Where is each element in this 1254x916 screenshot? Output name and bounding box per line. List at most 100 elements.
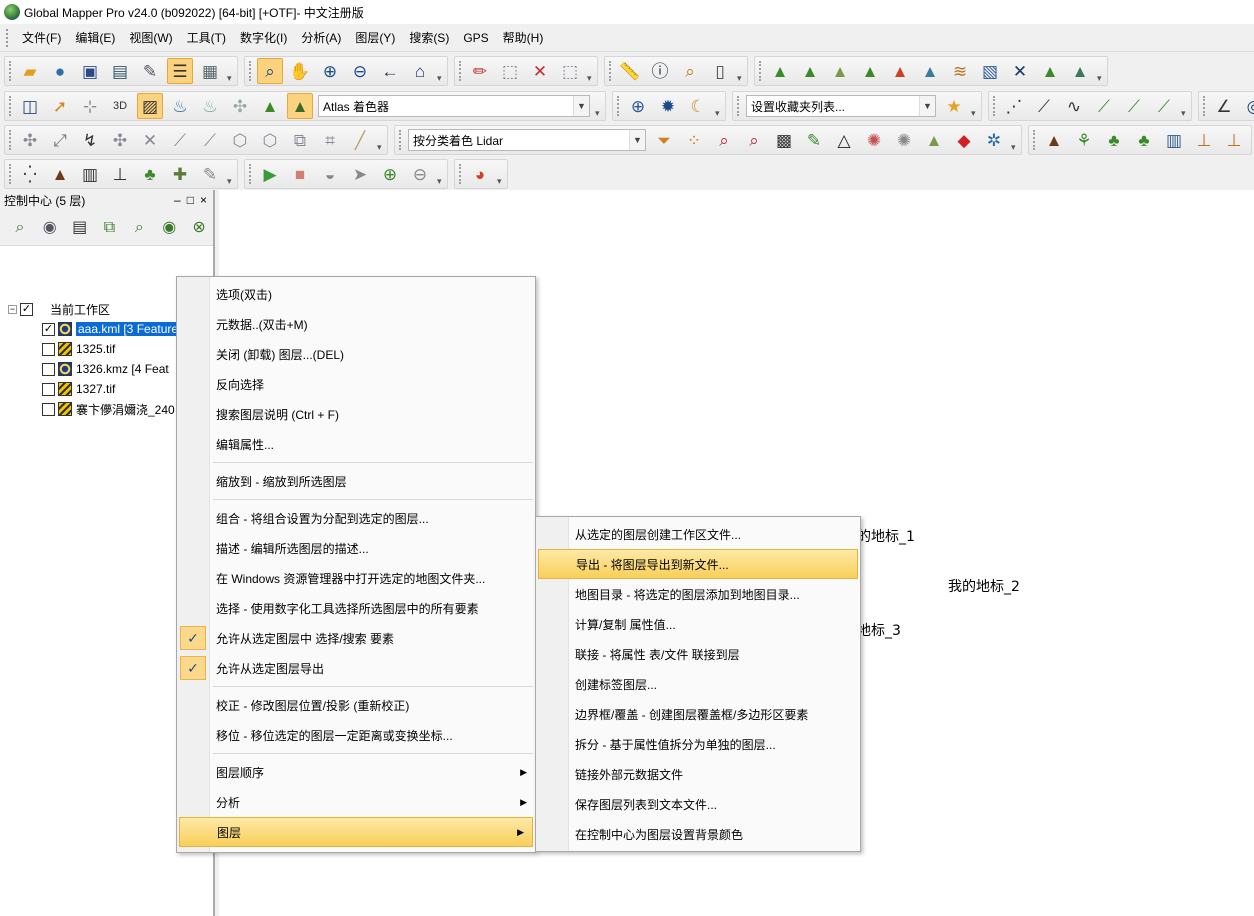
line-curve-icon[interactable]: ∿ — [1061, 93, 1087, 119]
viewshed-icon[interactable]: ▲ — [917, 58, 943, 84]
menu-item-allow-select-search[interactable]: ✓ 允许从选定图层中 选择/搜索 要素 — [177, 623, 535, 653]
attribute-table-icon[interactable]: ▤ — [68, 215, 92, 241]
toolbar-options[interactable] — [437, 61, 445, 84]
target-icon[interactable]: ◎ — [1241, 93, 1254, 119]
favorites-select[interactable]: 设置收藏夹列表... ▼ — [746, 95, 936, 117]
slow-turtle-icon[interactable]: ◒ — [317, 161, 343, 187]
submenu-item-save-layer-list[interactable]: 保存图层列表到文本文件... — [536, 789, 860, 819]
copy-feature-icon[interactable]: ⧉ — [287, 127, 313, 153]
lighting-icon[interactable]: ✣ — [227, 93, 253, 119]
raster-calc-icon[interactable]: ▧ — [977, 58, 1003, 84]
puzzle-icon[interactable]: ✚ — [167, 161, 193, 187]
back-arrow-icon[interactable]: ← — [377, 58, 403, 84]
lidar-cloud-icon[interactable]: ✺ — [861, 127, 887, 153]
submenu-item-map-catalog[interactable]: 地图目录 - 将选定的图层添加到地图目录... — [536, 579, 860, 609]
line-terrain-icon[interactable]: ⟋ — [1091, 93, 1117, 119]
layer-checkbox[interactable] — [42, 382, 55, 396]
sun-settings-icon[interactable]: ✹ — [655, 93, 681, 119]
layer-checkbox[interactable] — [42, 362, 55, 376]
layer-item[interactable]: ✓ aaa.kml [3 Features] — [42, 320, 190, 338]
menu-item-invert-selection[interactable]: 反向选择 — [177, 369, 535, 399]
submenu-item-background-color[interactable]: 在控制中心为图层设置背景颜色 — [536, 819, 860, 849]
volume-icon[interactable]: ▲ — [1067, 58, 1093, 84]
fast-rabbit-icon[interactable]: ➤ — [347, 161, 373, 187]
layer-item[interactable]: 1327.tif — [42, 380, 115, 398]
toolbar-options[interactable] — [1097, 61, 1105, 84]
menu-analysis[interactable]: 分析(A) — [294, 26, 348, 49]
edit-path-icon[interactable]: ↯ — [77, 127, 103, 153]
menu-item-analysis[interactable]: 分析 ▶ — [177, 787, 535, 817]
triangle-icon[interactable]: △ — [831, 127, 857, 153]
select-move-icon[interactable]: ⬚ — [557, 58, 583, 84]
night-moon-icon[interactable]: ☾ — [685, 93, 711, 119]
menubar-grip[interactable] — [6, 28, 9, 47]
chevron-down-icon[interactable]: ▼ — [919, 96, 935, 116]
shader-toggle-icon[interactable]: ▨ — [137, 93, 163, 119]
home-icon[interactable]: ⌂ — [407, 58, 433, 84]
elevation-shading-icon[interactable]: ▲ — [287, 93, 313, 119]
chevron-down-icon[interactable]: ▼ — [573, 96, 589, 116]
toolbar-grip[interactable] — [9, 96, 12, 116]
lidar-query-icon[interactable]: ⌕ — [741, 127, 767, 153]
pencil-icon[interactable]: ✏ — [467, 58, 493, 84]
slope-icon[interactable]: ▲ — [1037, 58, 1063, 84]
shader-select[interactable]: Atlas 着色器 ▼ — [318, 95, 590, 117]
menu-item-edit-attributes[interactable]: 编辑属性... — [177, 429, 535, 459]
submenu-item-export[interactable]: 导出 - 将图层导出到新文件... — [538, 549, 858, 579]
bush-icon[interactable]: ♣ — [1101, 127, 1127, 153]
pole-extract-icon[interactable]: ⊥ — [107, 161, 133, 187]
submenu-item-bounding-box[interactable]: 边界框/覆盖 - 创建图层覆盖框/多边形区要素 — [536, 699, 860, 729]
path-profile-icon[interactable]: ➚ — [47, 93, 73, 119]
menu-help[interactable]: 帮助(H) — [496, 26, 551, 49]
settings-brush-icon[interactable]: ✎ — [197, 161, 223, 187]
building-extract-icon[interactable]: ▥ — [77, 161, 103, 187]
measure-stick-icon[interactable]: ╱ — [347, 127, 373, 153]
submenu-item-split[interactable]: 拆分 - 基于属性值拆分为单独的图层... — [536, 729, 860, 759]
online-data-globe-icon[interactable]: ⊕ — [625, 93, 651, 119]
pan-hand-icon[interactable]: ✋ — [287, 58, 313, 84]
chevron-down-icon[interactable]: ▼ — [629, 130, 645, 150]
building-icon[interactable]: ▥ — [1161, 127, 1187, 153]
gps-device-icon[interactable]: ▯ — [707, 58, 733, 84]
ruler-icon[interactable]: 📏 — [617, 58, 643, 84]
map-placemark-label[interactable]: 的地标_1 — [857, 526, 915, 546]
layer-item[interactable]: 1326.kmz [4 Feat — [42, 360, 169, 378]
add-vertex-icon[interactable]: ⤢ — [47, 127, 73, 153]
toolbar-grip[interactable] — [609, 61, 612, 81]
crop-icon[interactable]: ⌗ — [317, 127, 343, 153]
split-line-icon[interactable]: ⟋ — [197, 127, 223, 153]
menu-item-description[interactable]: 描述 - 编辑所选图层的描述... — [177, 533, 535, 563]
layer-checkbox[interactable]: ✓ — [42, 322, 55, 336]
menu-item-metadata[interactable]: 元数据..(双击+M) — [177, 309, 535, 339]
line-point-icon[interactable]: ⋰ — [1001, 93, 1027, 119]
zoom-to-layer-icon[interactable]: ⌕ — [8, 215, 32, 241]
tree-icon[interactable]: ♣ — [1131, 127, 1157, 153]
menu-item-open-in-explorer[interactable]: 在 Windows 资源管理器中打开选定的地图文件夹... — [177, 563, 535, 593]
toolbar-options[interactable] — [227, 164, 235, 187]
line-of-sight-icon[interactable]: ✕ — [1007, 58, 1033, 84]
menu-item-select-all-features[interactable]: 选择 - 使用数字化工具选择所选图层中的所有要素 — [177, 593, 535, 623]
toolbar-options[interactable] — [595, 96, 603, 119]
watershed-icon[interactable]: ▲ — [887, 58, 913, 84]
connect-line-icon[interactable]: ⟋ — [167, 127, 193, 153]
collapse-icon[interactable]: − — [8, 304, 17, 314]
vertex-snap-icon[interactable]: ⬡ — [257, 127, 283, 153]
submenu-item-create-workspace[interactable]: 从选定的图层创建工作区文件... — [536, 519, 860, 549]
open-folder-icon[interactable]: ▰ — [17, 58, 43, 84]
maximize-icon[interactable]: □ — [187, 193, 194, 207]
delete-x-icon[interactable]: ✕ — [527, 58, 553, 84]
select-rect-icon[interactable]: ⬚ — [497, 58, 523, 84]
config-wrench-icon[interactable]: ✎ — [137, 58, 163, 84]
toolbar-grip[interactable] — [9, 164, 12, 184]
line-green-icon[interactable]: ⟋ — [1121, 93, 1147, 119]
pole-icon[interactable]: ⊥ — [1191, 127, 1217, 153]
toolbar-grip[interactable] — [993, 96, 996, 116]
lidar-color-select[interactable]: 按分类着色 Lidar ▼ — [408, 129, 646, 151]
minimize-icon[interactable]: – — [174, 193, 181, 207]
toolbar-options[interactable] — [377, 130, 385, 153]
toolbar-grip[interactable] — [249, 61, 252, 81]
reshape-icon[interactable]: ⬡ — [227, 127, 253, 153]
lidar-classify-icon[interactable]: ✲ — [981, 127, 1007, 153]
lidar-ground-icon[interactable]: ▲ — [921, 127, 947, 153]
mountain-icon[interactable]: ▲ — [1041, 127, 1067, 153]
